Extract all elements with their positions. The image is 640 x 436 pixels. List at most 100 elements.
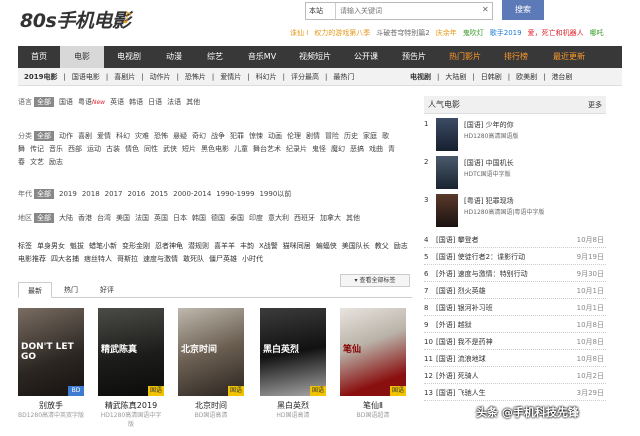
featured-title[interactable]: [国语] 少年的你 [464,120,514,130]
filter-option[interactable]: 2000-2014 [173,190,211,198]
ranked-movie[interactable]: 10 [国语] 我不是药神 10月8日 [424,334,606,350]
ranked-title[interactable]: [国语] 银河补习班 [436,300,493,316]
sidebar-more-link[interactable]: 更多 [588,96,602,114]
tag-link[interactable]: X战警 [259,242,278,250]
movie-card[interactable]: 黑白英烈 国语 黑白英烈 HD国语高清 [260,308,326,420]
movie-poster[interactable]: 黑白英烈 国语 [260,308,326,396]
ranked-title[interactable]: [国语] 我不是药神 [436,334,493,350]
filter-option[interactable]: 短片 [182,145,196,153]
filter-option[interactable]: 香港 [78,214,92,222]
nav-item[interactable]: 热门影片 [438,46,492,68]
tag-link[interactable]: 丰韵 [240,242,254,250]
subnav-link[interactable]: 喜剧片 [114,73,135,81]
filter-option[interactable]: 2019 [59,190,77,198]
site-logo[interactable]: 80s手机电影 [20,6,131,33]
filter-option[interactable]: 德国 [211,214,225,222]
filter-option[interactable]: 舞台艺术 [253,145,281,153]
tag-link[interactable]: 敢死队 [183,255,204,263]
ranked-movie[interactable]: 4 [国语] 攀登者 10月8日 [424,232,606,248]
filter-option[interactable]: 全部 [34,189,54,199]
movie-card[interactable]: 精武陈真 国语 精武陈真2019 HD1280高清国语中字版 [98,308,164,429]
search-input[interactable] [340,3,460,19]
featured-movie[interactable]: 2 [国语] 中国机长 HDTC国语中字版 [424,156,606,192]
ranked-movie[interactable]: 13 [国语] 飞驰人生 3月29日 [424,385,606,401]
filter-option[interactable]: 全部 [34,131,54,141]
filter-option[interactable]: 国语 [59,98,73,106]
tag-link[interactable]: 教父 [375,242,389,250]
ranked-title[interactable]: [外语] 死骑人 [436,368,479,384]
filter-option[interactable]: 鬼怪 [312,145,326,153]
filter-option[interactable]: 运动 [87,145,101,153]
tag-link[interactable]: 小时代 [242,255,263,263]
filter-option[interactable]: 传记 [30,145,44,153]
hot-search-link[interactable]: 鬼吹灯 [463,29,484,37]
filter-option[interactable]: 法语 [167,98,181,106]
tab-2[interactable]: 好评 [90,282,124,298]
ranked-title[interactable]: [国语] 飞驰人生 [436,385,486,401]
filter-option[interactable]: 文艺 [30,158,44,166]
filter-option[interactable]: 动画 [268,132,282,140]
ranked-title[interactable]: [外语] 速度与激情：特别行动 [436,266,528,282]
subnav-link[interactable]: 国语电影 [72,73,100,81]
nav-item[interactable]: 公开课 [342,46,390,68]
filter-option[interactable]: 魔幻 [331,145,345,153]
filter-option[interactable]: 全部 [34,97,54,107]
nav-item[interactable]: 排行榜 [492,46,540,68]
filter-option[interactable]: 2017 [105,190,123,198]
filter-option[interactable]: 喜剧 [78,132,92,140]
ranked-movie[interactable]: 8 [国语] 银河补习班 10月1日 [424,300,606,316]
movie-title[interactable]: 黑白英烈 [260,400,326,411]
hot-search-link[interactable]: 权力的游戏第八季 [314,29,370,37]
nav-item[interactable]: 首页 [18,46,60,68]
filter-option[interactable]: 黑色电影 [201,145,229,153]
ranked-movie[interactable]: 11 [国语] 流浪地球 10月8日 [424,351,606,367]
filter-option[interactable]: 大陆 [59,214,73,222]
filter-option[interactable]: 犯罪 [230,132,244,140]
clear-icon[interactable]: ✕ [482,5,489,14]
ranked-title[interactable]: [国语] 流浪地球 [436,351,486,367]
movie-poster[interactable]: 北京时间 国语 [178,308,244,396]
hot-search-link[interactable]: 斗破苍穹特别篇2 [376,29,429,37]
tag-link[interactable]: 四大名捕 [51,255,79,263]
hot-search-link[interactable]: 爱，死亡和机器人 [528,29,584,37]
hot-search-link[interactable]: 歌手2019 [490,29,522,37]
movie-title[interactable]: 北京时间 [178,400,244,411]
tag-link[interactable]: 猫咪同居 [283,242,311,250]
ranked-title[interactable]: [外语] 越狱 [436,317,472,333]
featured-title[interactable]: [国语] 中国机长 [464,158,514,168]
filter-option[interactable]: 全部 [34,213,54,223]
filter-option[interactable]: 1990-1999 [216,190,254,198]
filter-option[interactable]: 加拿大 [320,214,341,222]
tab-0[interactable]: 最新 [18,282,52,298]
filter-option[interactable]: 其他 [186,98,200,106]
filter-option[interactable]: 日语 [148,98,162,106]
tag-link[interactable]: 蝙蝠侠 [316,242,337,250]
filter-option[interactable]: 西班牙 [294,214,315,222]
filter-option[interactable]: 灾难 [135,132,149,140]
ranked-movie[interactable]: 6 [外语] 速度与激情：特别行动 9月30日 [424,266,606,282]
tag-link[interactable]: 蜡笔小新 [89,242,117,250]
filter-option[interactable]: 其他 [346,214,360,222]
movie-thumbnail[interactable] [436,118,458,151]
ranked-movie[interactable]: 5 [国语] 使徒行者2：谍影行动 9月19日 [424,249,606,265]
filter-option[interactable]: 家庭 [363,132,377,140]
tag-link[interactable]: 速度与激情 [143,255,178,263]
hot-search-link[interactable]: 哪吒 [590,29,604,37]
filter-option[interactable]: 2016 [127,190,145,198]
filter-option[interactable]: 法国 [135,214,149,222]
ranked-title[interactable]: [国语] 攀登者 [436,232,479,248]
filter-option[interactable]: 同性 [144,145,158,153]
movie-title[interactable]: 别放手 [18,400,84,411]
movie-title[interactable]: 精武陈真2019 [98,400,164,411]
nav-item[interactable]: 电视剧 [104,46,154,68]
movie-title[interactable]: 笔仙Ⅱ [340,400,406,411]
filter-option[interactable]: 剧情 [306,132,320,140]
filter-option[interactable]: 历史 [344,132,358,140]
featured-movie[interactable]: 1 [国语] 少年的你 HD1280高清国语版 [424,118,606,154]
movie-thumbnail[interactable] [436,156,458,189]
filter-option[interactable]: 粤语New [78,98,105,106]
subnav-link[interactable]: 爱情片 [220,73,241,81]
nav-item[interactable]: 综艺 [194,46,236,68]
search-button[interactable]: 搜索 [502,0,544,20]
hot-search-link[interactable]: 诛仙 Ⅰ [290,29,308,37]
